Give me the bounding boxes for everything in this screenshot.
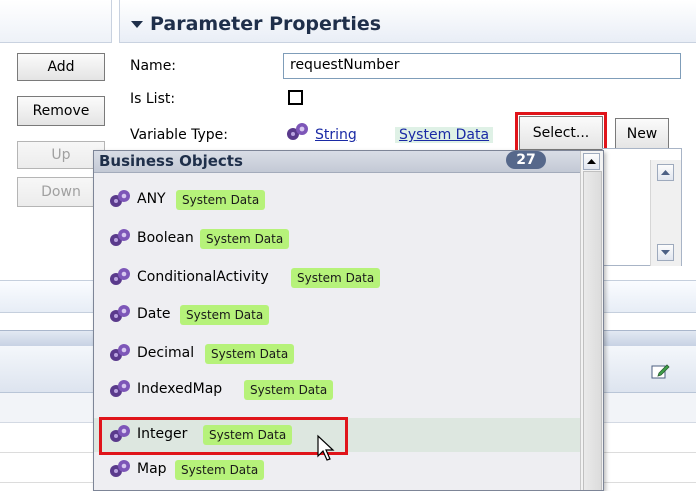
- popup-scroll-thumb[interactable]: [583, 171, 602, 490]
- popup-item-name: Date: [137, 306, 171, 322]
- variable-type-source-link[interactable]: System Data: [395, 127, 494, 143]
- system-data-badge: System Data: [244, 380, 334, 400]
- new-button[interactable]: New: [615, 118, 669, 150]
- popup-item-name: Boolean: [137, 230, 194, 246]
- business-object-icon: [109, 304, 131, 324]
- popup-list-item[interactable]: ConditionalActivity System Data: [94, 261, 580, 295]
- system-data-badge: System Data: [176, 190, 266, 210]
- system-data-badge: System Data: [175, 460, 265, 480]
- popup-list-item[interactable]: Decimal System Data: [94, 337, 580, 371]
- section-title: Parameter Properties: [150, 13, 382, 35]
- popup-item-name: Decimal: [137, 345, 195, 361]
- popup-header: Business Objects 27: [94, 151, 580, 173]
- integer-highlight-box: [99, 417, 348, 455]
- variable-type-label: Variable Type:: [130, 127, 229, 143]
- popup-item-name: Map: [137, 461, 167, 477]
- business-object-icon: [109, 189, 131, 209]
- add-button[interactable]: Add: [17, 53, 105, 81]
- name-label: Name:: [130, 58, 177, 74]
- popup-list-item[interactable]: ANY System Data: [94, 183, 580, 217]
- is-list-checkbox[interactable]: [288, 90, 303, 105]
- left-panel-header: [0, 0, 112, 43]
- select-highlight-box: [515, 112, 607, 154]
- up-button[interactable]: Up: [17, 141, 105, 169]
- business-object-icon: [109, 343, 131, 363]
- popup-item-name: IndexedMap: [137, 381, 223, 397]
- scroll-up-button[interactable]: [657, 164, 674, 181]
- edit-icon[interactable]: [651, 362, 671, 380]
- popup-list-item[interactable]: Date System Data: [94, 298, 580, 332]
- down-button[interactable]: Down: [17, 177, 105, 207]
- scroll-down-button[interactable]: [657, 244, 674, 261]
- business-object-icon: [109, 459, 131, 479]
- name-input[interactable]: requestNumber: [283, 53, 681, 79]
- system-data-badge: System Data: [205, 344, 295, 364]
- popup-scrollbar[interactable]: [580, 151, 603, 490]
- is-list-label: Is List:: [130, 91, 176, 107]
- popup-title: Business Objects: [99, 152, 243, 170]
- variable-type-link[interactable]: String: [315, 127, 357, 143]
- popup-list-item[interactable]: IndexedMap System Data: [94, 373, 580, 407]
- mouse-pointer-icon: [317, 434, 335, 461]
- popup-item-name: ANY: [137, 191, 166, 207]
- business-object-icon: [109, 379, 131, 399]
- system-data-badge: System Data: [200, 229, 290, 249]
- business-object-icon: [109, 228, 131, 248]
- popup-item-name: ConditionalActivity: [137, 269, 269, 285]
- remove-button[interactable]: Remove: [17, 96, 105, 126]
- system-data-badge: System Data: [291, 268, 381, 288]
- system-data-badge: System Data: [180, 305, 270, 325]
- business-object-icon: [109, 267, 131, 287]
- popup-list-item[interactable]: Boolean System Data: [94, 222, 580, 256]
- popup-scroll-up-button[interactable]: [583, 153, 600, 170]
- business-object-icon: [287, 123, 308, 140]
- count-badge: 27: [506, 151, 546, 169]
